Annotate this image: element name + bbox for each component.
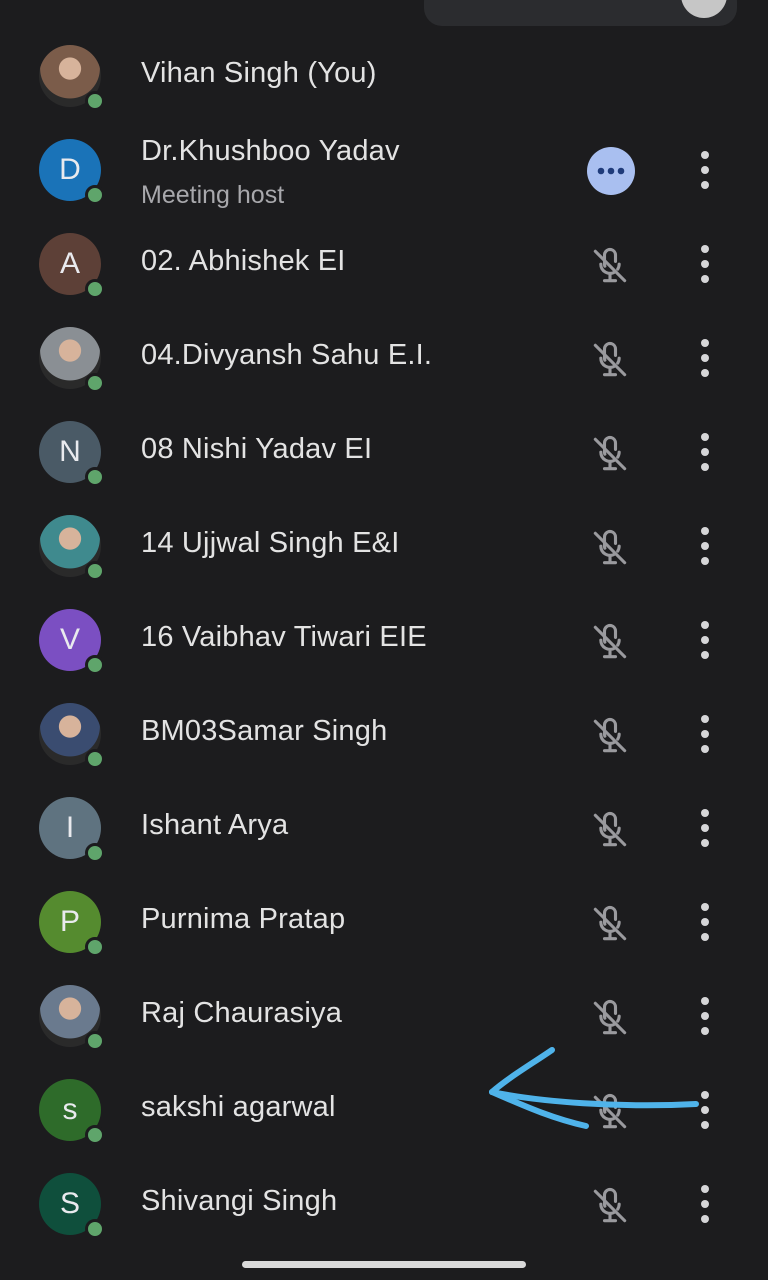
avatar-initial: A — [59, 247, 80, 280]
presence-indicator — [85, 843, 105, 863]
more-horiz-icon[interactable] — [587, 147, 635, 195]
participant-row[interactable]: 14 Ujjwal Singh E&I — [0, 499, 768, 593]
participant-name: sakshi agarwal — [141, 1091, 336, 1123]
presence-indicator — [85, 467, 105, 487]
participant-name: Shivangi Singh — [141, 1185, 338, 1217]
presence-indicator — [85, 749, 105, 769]
avatar: S — [39, 1173, 105, 1239]
presence-indicator — [85, 185, 105, 205]
participant-row[interactable]: N 08 Nishi Yadav EI — [0, 405, 768, 499]
participant-name: BM03Samar Singh — [141, 715, 388, 747]
arrow-annotation — [489, 1047, 699, 1129]
mic-off-icon — [588, 432, 632, 476]
participant-row[interactable]: Vihan Singh (You) — [0, 29, 768, 123]
avatar — [39, 985, 105, 1051]
participant-row[interactable]: S Shivangi Singh — [0, 1157, 768, 1251]
avatar: N — [39, 421, 105, 487]
more-vert-icon[interactable] — [690, 335, 720, 381]
avatar-initial: V — [59, 623, 80, 656]
participant-row[interactable]: V 16 Vaibhav Tiwari EIE — [0, 593, 768, 687]
avatar — [39, 703, 105, 769]
presence-indicator — [85, 91, 105, 111]
avatar-initial: s — [62, 1093, 78, 1126]
avatar: s — [39, 1079, 105, 1145]
mic-off-icon — [588, 714, 632, 758]
avatar: A — [39, 233, 105, 299]
participant-row[interactable]: I Ishant Arya — [0, 781, 768, 875]
mic-off-icon — [588, 620, 632, 664]
more-vert-icon[interactable] — [690, 617, 720, 663]
mic-off-icon — [588, 526, 632, 570]
more-vert-icon[interactable] — [690, 523, 720, 569]
more-vert-icon[interactable] — [690, 899, 720, 945]
presence-indicator — [85, 937, 105, 957]
participant-role: Meeting host — [141, 181, 285, 209]
avatar: I — [39, 797, 105, 863]
more-vert-icon[interactable] — [690, 805, 720, 851]
avatar — [39, 45, 105, 111]
presence-indicator — [85, 1219, 105, 1239]
mic-off-icon — [588, 244, 632, 288]
participant-name: 16 Vaibhav Tiwari EIE — [141, 621, 427, 653]
avatar-initial: D — [59, 153, 81, 186]
participant-name: Ishant Arya — [141, 809, 289, 841]
presence-indicator — [85, 279, 105, 299]
home-indicator[interactable] — [242, 1261, 526, 1268]
participant-row[interactable]: BM03Samar Singh — [0, 687, 768, 781]
presence-indicator — [85, 1031, 105, 1051]
participant-row[interactable]: A 02. Abhishek EI — [0, 217, 768, 311]
participants-screen: Vihan Singh (You) D Dr.Khushboo Yadav Meeti… — [0, 0, 768, 1280]
presence-indicator — [85, 1125, 105, 1145]
more-vert-icon[interactable] — [690, 241, 720, 287]
participant-row[interactable]: 04.Divyansh Sahu E.I. — [0, 311, 768, 405]
presence-indicator — [85, 373, 105, 393]
participant-name: 04.Divyansh Sahu E.I. — [141, 339, 433, 371]
avatar: D — [39, 139, 105, 205]
participant-name: Raj Chaurasiya — [141, 997, 343, 1029]
mic-off-icon — [588, 1184, 632, 1228]
participant-name: 02. Abhishek EI — [141, 245, 346, 277]
mic-off-icon — [588, 338, 632, 382]
avatar-initial: P — [59, 905, 80, 938]
mic-off-icon — [588, 808, 632, 852]
avatar — [39, 327, 105, 393]
more-vert-icon[interactable] — [690, 993, 720, 1039]
participant-row[interactable]: P Purnima Pratap — [0, 875, 768, 969]
chip-action-icon[interactable] — [681, 0, 727, 18]
mic-off-icon — [588, 996, 632, 1040]
more-vert-icon[interactable] — [690, 429, 720, 475]
participant-name: Dr.Khushboo Yadav — [141, 135, 400, 167]
more-vert-icon[interactable] — [690, 147, 720, 193]
avatar-initial: N — [59, 435, 81, 468]
avatar: P — [39, 891, 105, 957]
avatar: V — [39, 609, 105, 675]
participant-name: Purnima Pratap — [141, 903, 346, 935]
presence-indicator — [85, 655, 105, 675]
avatar-initial: I — [65, 811, 75, 844]
more-vert-icon[interactable] — [690, 711, 720, 757]
more-vert-icon[interactable] — [690, 1181, 720, 1227]
avatar-initial: S — [59, 1187, 80, 1220]
participant-name: 14 Ujjwal Singh E&I — [141, 527, 400, 559]
mic-off-icon — [588, 902, 632, 946]
avatar — [39, 515, 105, 581]
top-search-chip[interactable] — [424, 0, 737, 26]
participant-name: Vihan Singh (You) — [141, 57, 377, 89]
presence-indicator — [85, 561, 105, 581]
participant-row[interactable]: D Dr.Khushboo Yadav Meeting host — [0, 123, 768, 217]
participant-name: 08 Nishi Yadav EI — [141, 433, 373, 465]
